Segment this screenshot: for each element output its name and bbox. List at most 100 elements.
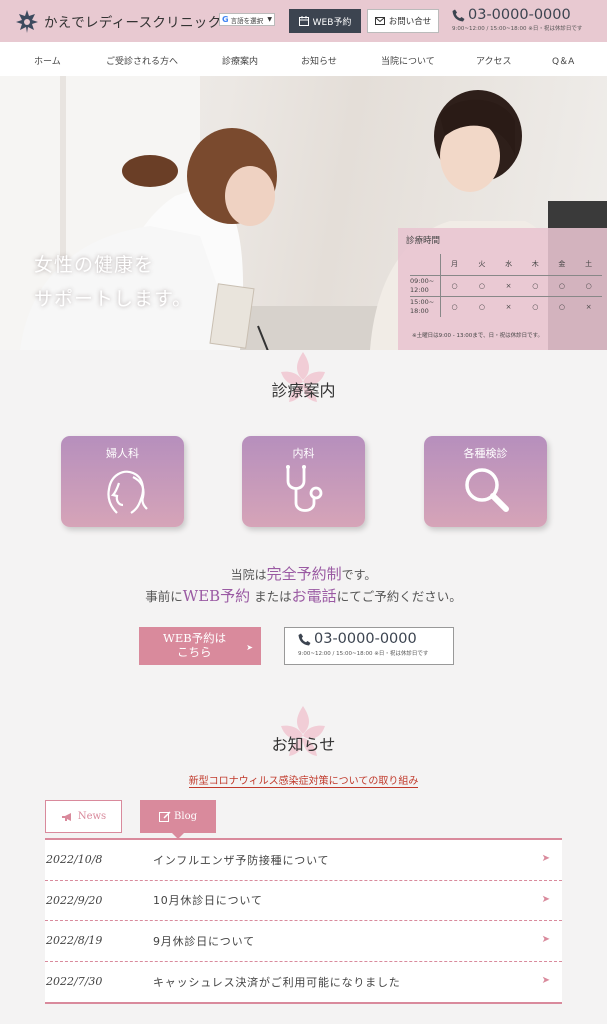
translate-label: 言語を選択 xyxy=(230,16,264,25)
day-wed: 水 xyxy=(505,260,513,269)
hours-mark: × xyxy=(575,295,602,317)
services-title: 診療案内 xyxy=(271,381,336,400)
arrow-right-icon: ➤ xyxy=(541,893,550,905)
contact-label: お問い合せ xyxy=(388,17,432,27)
top-header: かえでレディースクリニック G 言語を選択 ▼ WEB予約 お問い合せ 03-0… xyxy=(0,0,607,42)
card-checkup-label: 各種検診 xyxy=(463,447,508,460)
card-gynecology-label: 婦人科 xyxy=(106,447,139,460)
calendar-icon xyxy=(298,16,309,26)
maple-leaf-logo-icon xyxy=(16,10,38,33)
nav-home[interactable]: ホーム xyxy=(34,54,61,67)
hours-title: 診療時間 xyxy=(406,236,441,246)
covid-notice-link[interactable]: 新型コロナウィルス感染症対策についての取り組み xyxy=(0,772,607,788)
day-mon: 月 xyxy=(451,260,459,269)
news-title-text: キャッシュレス決済がご利用可能になりました xyxy=(153,975,401,989)
day-sat: 土 xyxy=(585,260,593,269)
web-reservation-label: WEB予約 xyxy=(312,17,352,28)
news-item[interactable]: 2022/8/19 9月休診日について ➤ xyxy=(45,921,562,962)
tab-blog[interactable]: Blog xyxy=(140,800,216,839)
edit-icon xyxy=(159,811,171,822)
arrow-right-icon: ➤ xyxy=(541,974,550,986)
web-reservation-button[interactable]: WEB予約 xyxy=(289,9,361,33)
consultation-hours-panel: 診療時間 月 火 水 木 金 土 09:00~ 12:00 ○ ○ × ○ ○ ○ xyxy=(398,228,607,350)
hours-note: ※土曜日は9:00 - 13:00まで、日・祝は休診日です。 xyxy=(412,333,544,339)
notice-line-1: 当院は完全予約制です。 xyxy=(230,565,377,583)
tab-news[interactable]: News xyxy=(45,800,122,833)
contact-button[interactable]: お問い合せ xyxy=(367,9,439,33)
notice-line-2: 事前にWEB予約 またはお電話にてご予約ください。 xyxy=(145,587,462,605)
arrow-right-icon: ➤ xyxy=(246,643,253,652)
nav-qa[interactable]: Q＆A xyxy=(552,54,574,67)
day-fri: 金 xyxy=(558,260,566,269)
day-tue: 火 xyxy=(478,260,486,269)
news-item[interactable]: 2022/7/30 キャッシュレス決済がご利用可能になりました ➤ xyxy=(45,962,562,1003)
news-item[interactable]: 2022/9/20 10月休診日について ➤ xyxy=(45,881,562,921)
hours-mark: ○ xyxy=(548,274,576,296)
cta-phone-number: 03-0000-0000 xyxy=(314,631,417,647)
dropdown-arrow-icon: ▼ xyxy=(267,16,272,23)
nav-access[interactable]: アクセス xyxy=(476,54,512,67)
hero-line-1: 女性の健康を xyxy=(34,254,155,276)
card-gynecology[interactable]: 婦人科 xyxy=(61,436,184,527)
hero-banner: 女性の健康を サポートします。 診療時間 月 火 水 木 金 土 09:00~ 1… xyxy=(0,76,607,350)
nav-news[interactable]: お知らせ xyxy=(301,54,337,67)
card-internal-medicine[interactable]: 内科 xyxy=(242,436,365,527)
main-nav: ホーム ご受診される方へ 診療案内 お知らせ 当院について アクセス Q＆A xyxy=(0,42,607,76)
hours-mark: ○ xyxy=(468,274,496,296)
morning-row: 09:00~ 12:00 ○ ○ × ○ ○ ○ xyxy=(410,274,602,296)
hours-header-blank xyxy=(410,254,441,275)
google-translate-select[interactable]: G 言語を選択 ▼ xyxy=(219,13,275,26)
hours-mark: × xyxy=(495,295,522,317)
header-phone[interactable]: 03-0000-0000 9:00~12:00 / 15:00~18:00 ※日… xyxy=(452,7,582,32)
hero-tagline: 女性の健康を サポートします。 xyxy=(34,248,192,316)
notice-emphasis: 完全予約制 xyxy=(266,565,342,583)
hours-mark: ○ xyxy=(521,295,549,317)
hours-mark: × xyxy=(495,274,522,296)
hours-mark: ○ xyxy=(548,295,576,317)
card-internal-label: 内科 xyxy=(292,447,315,460)
morning-label: 09:00~ 12:00 xyxy=(410,274,441,296)
news-date: 2022/10/8 xyxy=(46,853,103,867)
news-date: 2022/7/30 xyxy=(46,975,103,989)
day-thu: 木 xyxy=(531,260,539,269)
hours-mark: ○ xyxy=(468,295,496,317)
header-phone-number: 03-0000-0000 xyxy=(468,7,571,23)
cta-hours: 9:00~12:00 / 15:00~18:00 ※日・祝は休診日です xyxy=(298,651,429,657)
news-date: 2022/9/20 xyxy=(46,893,103,907)
arrow-right-icon: ➤ xyxy=(541,853,550,864)
news-title: お知らせ xyxy=(271,735,336,754)
megaphone-icon xyxy=(61,812,71,821)
news-item[interactable]: 2022/10/8 インフルエンザ予防接種について ➤ xyxy=(45,840,562,881)
hours-table: 月 火 水 木 金 土 09:00~ 12:00 ○ ○ × ○ ○ ○ 15:0… xyxy=(410,254,602,317)
hours-mark: ○ xyxy=(440,274,469,296)
google-icon: G xyxy=(222,15,229,24)
mail-icon xyxy=(374,17,385,25)
phone-icon xyxy=(452,9,465,21)
news-title-text: 9月休診日について xyxy=(153,934,255,948)
tab-blog-label: Blog xyxy=(174,811,197,822)
header-hours: 9:00~12:00 / 15:00~18:00 ※日・祝は休診日です xyxy=(452,26,583,32)
news-date: 2022/8/19 xyxy=(46,934,103,948)
hours-mark: ○ xyxy=(521,274,549,296)
clinic-name: かえでレディースクリニック xyxy=(44,15,222,31)
nav-services[interactable]: 診療案内 xyxy=(222,54,258,67)
hours-mark: ○ xyxy=(575,274,602,296)
phone-cta[interactable]: 03-0000-0000 9:00~12:00 / 15:00~18:00 ※日… xyxy=(284,627,454,665)
stethoscope-icon xyxy=(286,465,323,512)
arrow-right-icon: ➤ xyxy=(541,934,550,945)
news-title-text: 10月休診日について xyxy=(153,894,263,908)
nav-for-patients[interactable]: ご受診される方へ xyxy=(106,54,178,67)
phone-icon xyxy=(298,633,311,645)
afternoon-label: 15:00~ 18:00 xyxy=(410,295,441,317)
hours-mark: ○ xyxy=(440,295,469,317)
tab-news-label: News xyxy=(77,811,107,822)
magnifier-icon xyxy=(465,468,509,512)
hero-line-2: サポートします。 xyxy=(34,288,193,310)
clinic-logo[interactable]: かえでレディースクリニック xyxy=(14,8,221,34)
card-health-checkup[interactable]: 各種検診 xyxy=(424,436,547,527)
news-title-text: インフルエンザ予防接種について xyxy=(153,853,330,867)
news-list: 2022/10/8 インフルエンザ予防接種について ➤ 2022/9/20 10… xyxy=(45,838,562,1004)
web-reservation-cta[interactable]: WEB予約は こちら ➤ xyxy=(139,627,261,665)
nav-about[interactable]: 当院について xyxy=(381,54,435,67)
afternoon-row: 15:00~ 18:00 ○ ○ × ○ ○ × xyxy=(410,295,602,317)
